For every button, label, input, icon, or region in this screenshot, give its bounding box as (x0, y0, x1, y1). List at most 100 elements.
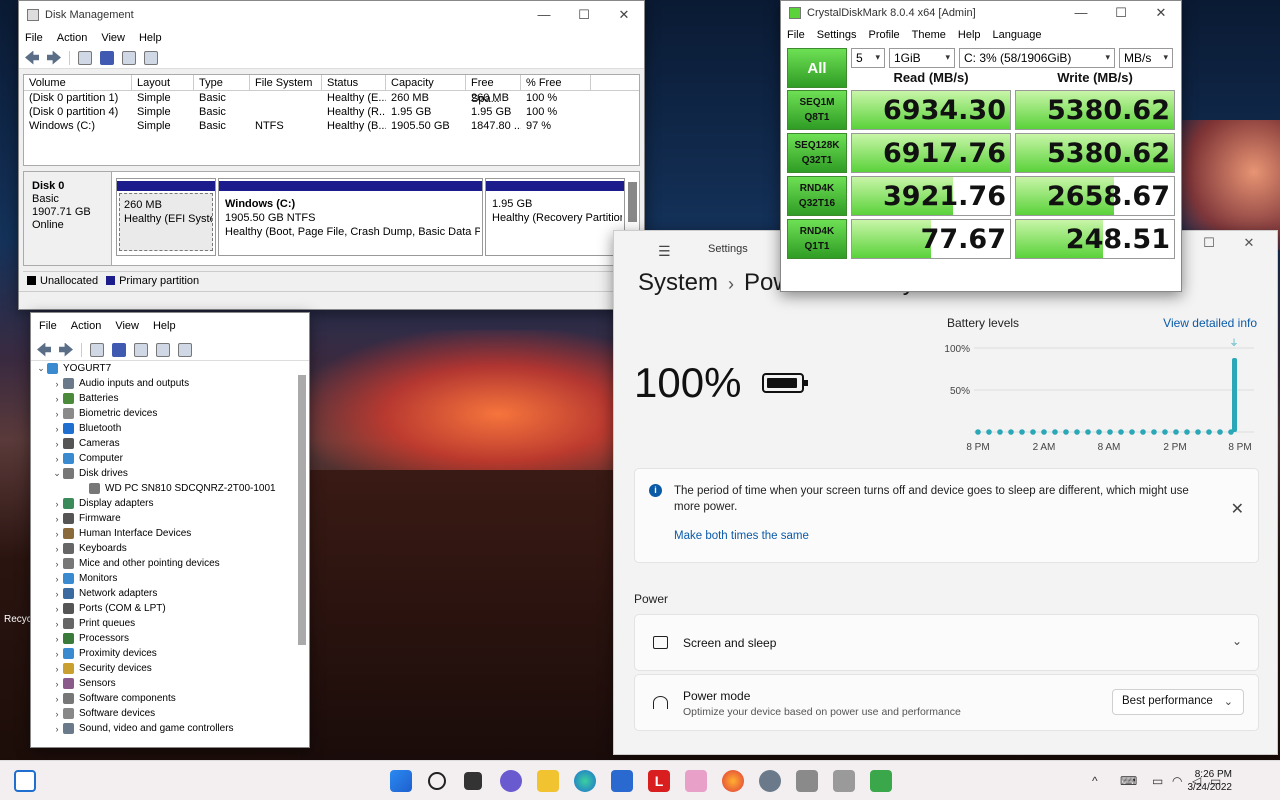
expand-icon[interactable]: › (51, 379, 63, 389)
count-select[interactable]: 5 ▾ (851, 48, 885, 68)
lenovo-vantage-icon[interactable]: L (648, 770, 670, 792)
expand-icon[interactable]: › (51, 409, 63, 419)
tree-item[interactable]: › Print queues (31, 616, 297, 631)
menu-help[interactable]: Help (153, 320, 176, 332)
chevron-down-icon[interactable]: ⌄ (1232, 634, 1242, 648)
device-manager-icon[interactable] (796, 770, 818, 792)
tree-item[interactable]: › Computer (31, 451, 297, 466)
menu-view[interactable]: View (115, 320, 139, 332)
tree-item[interactable]: › Proximity devices (31, 646, 297, 661)
display-icon[interactable]: ▭ (1152, 774, 1163, 788)
table-row[interactable]: (Disk 0 partition 1) Simple Basic Healthy (… (24, 91, 639, 105)
test-button[interactable]: SEQ1M Q8T1 (787, 90, 847, 130)
tree-item[interactable]: › Display adapters (31, 496, 297, 511)
menu-help[interactable]: Help (139, 32, 162, 44)
edge-icon[interactable] (574, 770, 596, 792)
tree-root[interactable]: ⌄ YOGURT7 (31, 361, 297, 376)
tree-item[interactable]: › Sound, video and game controllers (31, 721, 297, 736)
all-button[interactable]: All (787, 48, 847, 88)
size-select[interactable]: 1GiB ▾ (889, 48, 955, 68)
tree-item[interactable]: › Biometric devices (31, 406, 297, 421)
expand-icon[interactable]: › (51, 619, 63, 629)
table-row[interactable]: Windows (C:) Simple Basic NTFS Healthy (B...… (24, 119, 639, 133)
expand-icon[interactable]: › (51, 559, 63, 569)
expand-icon[interactable]: › (51, 664, 63, 674)
tree-item[interactable]: › Sensors (31, 676, 297, 691)
tree-item[interactable]: › Batteries (31, 391, 297, 406)
menu-file[interactable]: File (25, 32, 43, 44)
expand-icon[interactable]: › (51, 589, 63, 599)
tree-item[interactable]: › Cameras (31, 436, 297, 451)
menu-help[interactable]: Help (958, 29, 981, 41)
search-icon[interactable] (428, 772, 446, 790)
tree-item[interactable]: › Software devices (31, 706, 297, 721)
expand-icon[interactable]: › (51, 499, 63, 509)
menu-theme[interactable]: Theme (912, 29, 946, 41)
maximize-icon[interactable]: ☐ (564, 7, 604, 23)
task-view-icon[interactable] (464, 772, 482, 790)
refresh-icon[interactable] (144, 50, 158, 65)
unit-select[interactable]: MB/s ▾ (1119, 48, 1173, 68)
column-header[interactable]: File System (250, 74, 322, 91)
column-header[interactable]: Free Spa... (466, 74, 521, 105)
help-icon[interactable] (100, 50, 114, 65)
make-same-link[interactable]: Make both times the same (674, 530, 809, 542)
column-header[interactable]: Type (194, 74, 250, 91)
test-button[interactable]: RND4K Q32T16 (787, 176, 847, 216)
menu-action[interactable]: Action (71, 320, 102, 332)
column-header[interactable]: % Free (521, 74, 591, 91)
tree-item[interactable]: › Human Interface Devices (31, 526, 297, 541)
start-icon[interactable] (390, 770, 412, 792)
menu-view[interactable]: View (101, 32, 125, 44)
expand-icon[interactable]: › (51, 394, 63, 404)
wifi-icon[interactable]: ◠ (1172, 774, 1182, 788)
menu-file[interactable]: File (787, 29, 805, 41)
expand-icon[interactable]: › (51, 724, 63, 734)
collapse-icon[interactable]: ⌄ (51, 468, 63, 479)
tree-item[interactable]: ⌄ Disk drives (31, 466, 297, 481)
expand-icon[interactable]: › (51, 604, 63, 614)
back-icon[interactable] (37, 342, 51, 357)
menu-language[interactable]: Language (993, 29, 1042, 41)
expand-icon[interactable]: › (51, 424, 63, 434)
menu-profile[interactable]: Profile (868, 29, 899, 41)
drive-select[interactable]: C: 3% (58/1906GiB) ▾ (959, 48, 1115, 68)
disk-label[interactable]: Disk 0 Basic 1907.71 GB Online (24, 172, 112, 265)
tree-item[interactable]: › Mice and other pointing devices (31, 556, 297, 571)
close-icon[interactable]: ✕ (1229, 235, 1269, 251)
menu-file[interactable]: File (39, 320, 57, 332)
tree-item[interactable]: WD PC SN810 SDCQNRZ-2T00-1001 (31, 481, 297, 496)
disk-map-scrollbar[interactable] (628, 182, 637, 222)
chevron-up-icon[interactable]: ^ (1092, 774, 1098, 788)
console-icon[interactable] (90, 342, 104, 357)
scan-icon[interactable] (156, 342, 170, 357)
partition-efi[interactable]: 260 MB Healthy (EFI System (116, 178, 216, 256)
chat-icon[interactable] (500, 770, 522, 792)
table-row[interactable]: (Disk 0 partition 4) Simple Basic Healthy (… (24, 105, 639, 119)
tree-item[interactable]: › Software components (31, 691, 297, 706)
power-mode-dropdown[interactable]: Best performance ⌄ (1112, 689, 1244, 715)
forward-icon[interactable] (59, 342, 73, 357)
expand-icon[interactable]: › (51, 514, 63, 524)
tree-item[interactable]: › Processors (31, 631, 297, 646)
expand-icon[interactable]: › (51, 439, 63, 449)
breadcrumb-system[interactable]: System (638, 269, 718, 296)
test-button[interactable]: SEQ128K Q32T1 (787, 133, 847, 173)
tree-item[interactable]: › Keyboards (31, 541, 297, 556)
expand-icon[interactable]: › (51, 574, 63, 584)
screen-sleep-card[interactable]: Screen and sleep ⌄ (634, 614, 1259, 671)
partition-recovery[interactable]: 1.95 GB Healthy (Recovery Partition) (485, 178, 625, 256)
minimize-icon[interactable]: — (524, 7, 564, 23)
tree-item[interactable]: › Audio inputs and outputs (31, 376, 297, 391)
column-header[interactable]: Status (322, 74, 386, 91)
menu-settings[interactable]: Settings (817, 29, 857, 41)
help-icon[interactable] (112, 342, 126, 357)
maximize-icon[interactable]: ☐ (1189, 235, 1229, 251)
view-detailed-info-link[interactable]: View detailed info (1163, 316, 1257, 330)
column-header[interactable]: Volume (24, 74, 132, 91)
expand-icon[interactable]: › (51, 679, 63, 689)
expand-icon[interactable]: › (51, 634, 63, 644)
back-icon[interactable] (25, 50, 39, 65)
console-icon[interactable] (78, 50, 92, 65)
minimize-icon[interactable]: — (1061, 5, 1101, 21)
